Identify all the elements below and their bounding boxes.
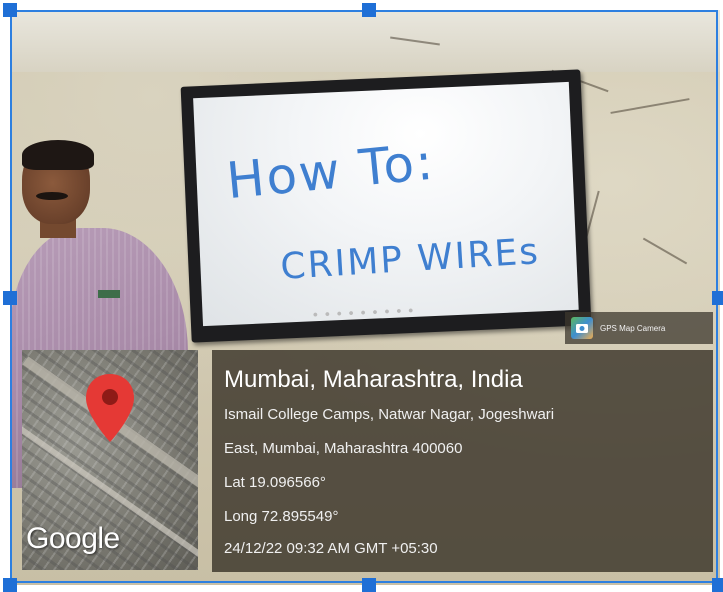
ceiling [10, 10, 720, 72]
screen-toolbar-dots: ● ● ● ● ● ● ● ● ● [312, 304, 416, 320]
latitude: Lat 19.096566° [224, 474, 326, 491]
location-info-panel: Mumbai, Maharashtra, India Ismail Colleg… [212, 350, 713, 572]
timestamp: 24/12/22 09:32 AM GMT +05:30 [224, 540, 438, 557]
location-pin-icon [86, 374, 134, 442]
resize-handle-bottom-left[interactable] [3, 578, 17, 592]
image-frame[interactable]: How To: CRIMP WIREs ● ● ● ● ● ● ● ● ● GP… [0, 0, 723, 592]
resize-handle-top-center[interactable] [362, 3, 376, 17]
address-line-1: Ismail College Camps, Natwar Nagar, Joge… [224, 406, 555, 423]
person-moustache [36, 192, 68, 200]
satellite-map-thumbnail: Google [22, 350, 198, 570]
address-line-2: East, Mumbai, Maharashtra 400060 [224, 440, 463, 457]
google-logo: Google [26, 522, 120, 555]
map-camera-icon [571, 317, 593, 339]
wall-crack [610, 98, 690, 114]
whiteboard-subheading: CRIMP WIREs [279, 231, 542, 288]
pocket-clip [98, 290, 120, 298]
camera-glyph-icon [576, 324, 588, 333]
wall-crack [642, 237, 688, 265]
resize-handle-top-left[interactable] [3, 3, 17, 17]
whiteboard-heading: How To: [224, 132, 438, 211]
resize-handle-bottom-right[interactable] [712, 578, 723, 592]
app-name: GPS Map Camera [600, 323, 666, 333]
longitude: Long 72.895549° [224, 508, 339, 525]
resize-handle-middle-left[interactable] [3, 291, 17, 305]
display-screen: How To: CRIMP WIREs ● ● ● ● ● ● ● ● ● [180, 69, 592, 343]
resize-handle-bottom-center[interactable] [362, 578, 376, 592]
gps-app-badge: GPS Map Camera [565, 312, 713, 344]
person-hair [22, 140, 94, 170]
location-title: Mumbai, Maharashtra, India [224, 366, 523, 393]
whiteboard-screen: How To: CRIMP WIREs ● ● ● ● ● ● ● ● ● [193, 81, 579, 327]
resize-handle-middle-right[interactable] [712, 291, 723, 305]
